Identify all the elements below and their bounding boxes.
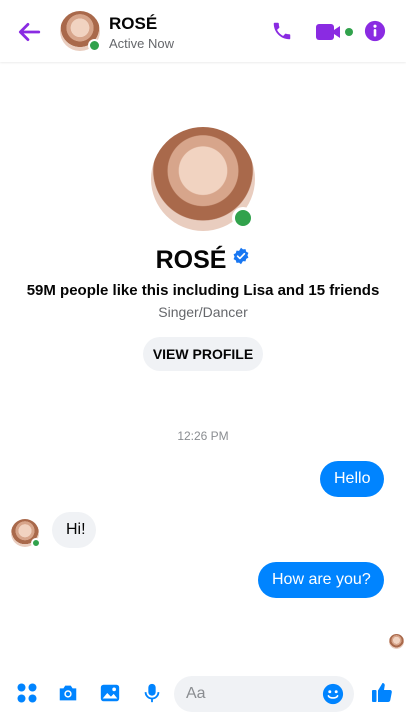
conversation-header: ROSÉ Active Now <box>0 0 406 62</box>
message-composer <box>0 664 406 720</box>
message-input-wrapper <box>174 676 354 712</box>
microphone-icon[interactable] <box>141 682 163 704</box>
phone-icon[interactable] <box>271 20 293 42</box>
view-profile-button[interactable]: VIEW PROFILE <box>143 337 263 371</box>
back-arrow-icon[interactable] <box>16 19 42 45</box>
seen-receipt-avatar <box>389 634 404 649</box>
thumbs-up-icon[interactable] <box>370 680 394 704</box>
profile-name-text: ROSÉ <box>155 246 227 274</box>
avatar-image <box>389 634 404 649</box>
sender-avatar[interactable] <box>11 519 41 548</box>
profile-name: ROSÉ <box>0 246 406 275</box>
verified-badge-icon <box>233 247 249 265</box>
profile-likes-text: 59M people like this including Lisa and … <box>26 282 380 299</box>
message-input[interactable] <box>186 676 316 712</box>
active-status-dot <box>88 39 101 52</box>
active-status-text: Active Now <box>109 36 175 51</box>
active-status-dot <box>232 207 254 229</box>
outgoing-message-bubble[interactable]: Hello <box>320 461 384 497</box>
emoji-icon[interactable] <box>322 683 344 705</box>
camera-icon[interactable] <box>57 682 79 704</box>
video-camera-icon[interactable] <box>316 23 354 41</box>
profile-avatar[interactable] <box>151 127 255 231</box>
more-grid-icon[interactable] <box>16 682 38 704</box>
info-icon[interactable] <box>364 20 386 42</box>
active-status-dot <box>31 538 41 548</box>
contact-avatar[interactable] <box>60 11 101 52</box>
profile-role-text: Singer/Dancer <box>158 304 248 320</box>
image-icon[interactable] <box>99 682 121 704</box>
incoming-message-bubble[interactable]: Hi! <box>52 512 96 548</box>
contact-name[interactable]: ROSÉ <box>109 14 157 34</box>
message-timestamp: 12:26 PM <box>177 429 229 443</box>
outgoing-message-bubble[interactable]: How are you? <box>258 562 384 598</box>
